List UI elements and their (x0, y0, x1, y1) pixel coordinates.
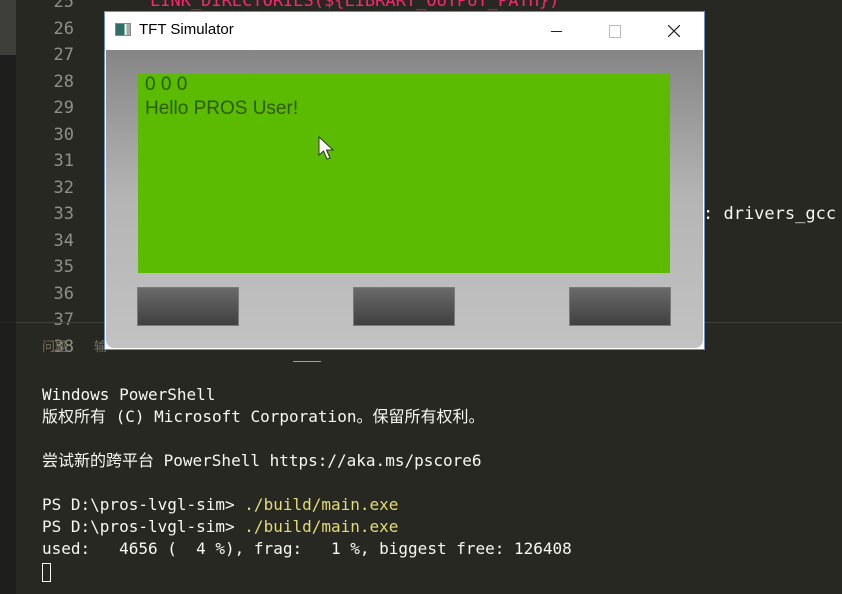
command: ./build/main.exe (244, 495, 399, 514)
title-bar[interactable]: TFT Simulator (105, 12, 704, 50)
terminal-line: used: 4656 ( 4 %), frag: 1 %, biggest fr… (42, 539, 572, 558)
close-icon (668, 25, 680, 37)
terminal-line: PS D:\pros-lvgl-sim> ./build/main.exe (42, 516, 398, 538)
maximize-icon (609, 24, 621, 38)
code-line-34: : drivers_gcc (703, 204, 837, 224)
terminal-line: PS D:\pros-lvgl-sim> ./build/main.exe (42, 494, 398, 516)
activity-bar-lower (0, 323, 16, 594)
prompt: PS D:\pros-lvgl-sim> (42, 517, 245, 536)
window-title: TFT Simulator (139, 21, 234, 38)
mouse-pointer-icon (318, 136, 335, 160)
line-number: 32 (53, 177, 74, 198)
line-number: 29 (53, 98, 74, 118)
activity-bar-active-item[interactable] (0, 0, 16, 55)
lcd-line-1: 0 0 0 (145, 74, 188, 95)
simulator-display: 0 0 0 Hello PROS User! (106, 50, 703, 348)
command: ./build/main.exe (244, 517, 399, 536)
line-number: 30 (53, 124, 74, 145)
right-hardware-button[interactable] (570, 288, 670, 325)
line-number: 31 (53, 151, 74, 171)
lcd-line-2: Hello PROS User! (145, 98, 299, 119)
minimize-icon (550, 30, 562, 32)
prompt: PS D:\pros-lvgl-sim> (42, 495, 245, 514)
terminal-line: 尝试新的跨平台 PowerShell https://aka.ms/pscore… (42, 451, 482, 470)
lcd-screen[interactable]: 0 0 0 Hello PROS User! (138, 74, 670, 273)
tab-problems[interactable]: 问题 (42, 336, 68, 355)
center-hardware-button[interactable] (354, 288, 454, 325)
line-number: 34 (53, 230, 74, 251)
line-number: 37 (53, 310, 74, 330)
line-number: 33 (53, 204, 74, 224)
maximize-button[interactable] (592, 12, 638, 50)
code-line-25: LINK_DIRECTORIES(${LIBRARY_OUTPUT_PATH}) (150, 0, 560, 11)
tft-simulator-window[interactable]: TFT Simulator 0 0 0 Hello PROS User! (105, 12, 704, 349)
left-hardware-button[interactable] (138, 288, 238, 325)
line-number: 35 (53, 257, 74, 277)
line-number: 26 (53, 18, 74, 39)
line-number: 36 (53, 283, 74, 304)
line-number: 27 (53, 45, 74, 65)
app-icon (115, 23, 131, 36)
line-number: 25 (53, 0, 74, 12)
active-tab-indicator (293, 361, 321, 362)
close-button[interactable] (651, 12, 697, 50)
line-number: 28 (53, 71, 74, 92)
terminal-line: 版权所有 (C) Microsoft Corporation。保留所有权利。 (42, 407, 485, 426)
minimize-button[interactable] (533, 12, 579, 50)
terminal-cursor[interactable] (42, 563, 51, 582)
terminal-line: Windows PowerShell (42, 385, 216, 404)
